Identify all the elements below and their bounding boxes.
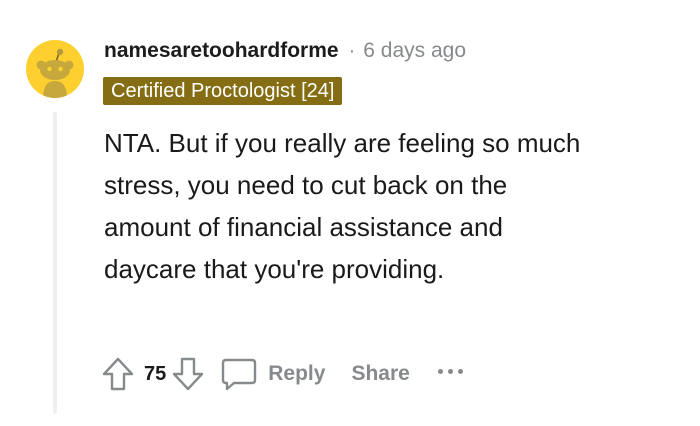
user-flair: Certified Proctologist [24] — [103, 77, 343, 105]
upvote-arrow-icon — [102, 357, 134, 391]
downvote-arrow-icon — [173, 357, 204, 391]
more-dots-icon — [447, 368, 453, 374]
more-dots-icon — [457, 368, 463, 374]
share-button[interactable]: Share — [351, 362, 409, 386]
comment: namesaretoohardforme · 6 days ago Certif… — [0, 0, 700, 426]
comment-header: namesaretoohardforme · 6 days ago — [104, 36, 466, 66]
meta-separator: · — [348, 39, 356, 62]
vote-score: 75 — [144, 362, 167, 385]
comment-timestamp[interactable]: 6 days ago — [363, 39, 466, 63]
user-avatar[interactable] — [26, 40, 84, 98]
thread-collapse-line[interactable] — [53, 112, 57, 414]
speech-bubble-icon — [222, 358, 257, 391]
more-dots-icon — [437, 368, 443, 374]
reply-label: Reply — [268, 362, 326, 385]
comment-actions: 75 Reply Share — [98, 352, 463, 396]
downvote-button[interactable] — [168, 352, 208, 396]
username-link[interactable]: namesaretoohardforme — [104, 39, 339, 63]
reply-button[interactable]: Reply — [220, 356, 325, 392]
upvote-button[interactable] — [98, 352, 138, 396]
comment-body: NTA. But if you really are feeling so mu… — [104, 128, 581, 284]
snoo-avatar-icon — [36, 48, 74, 98]
more-options-button[interactable] — [437, 349, 463, 399]
